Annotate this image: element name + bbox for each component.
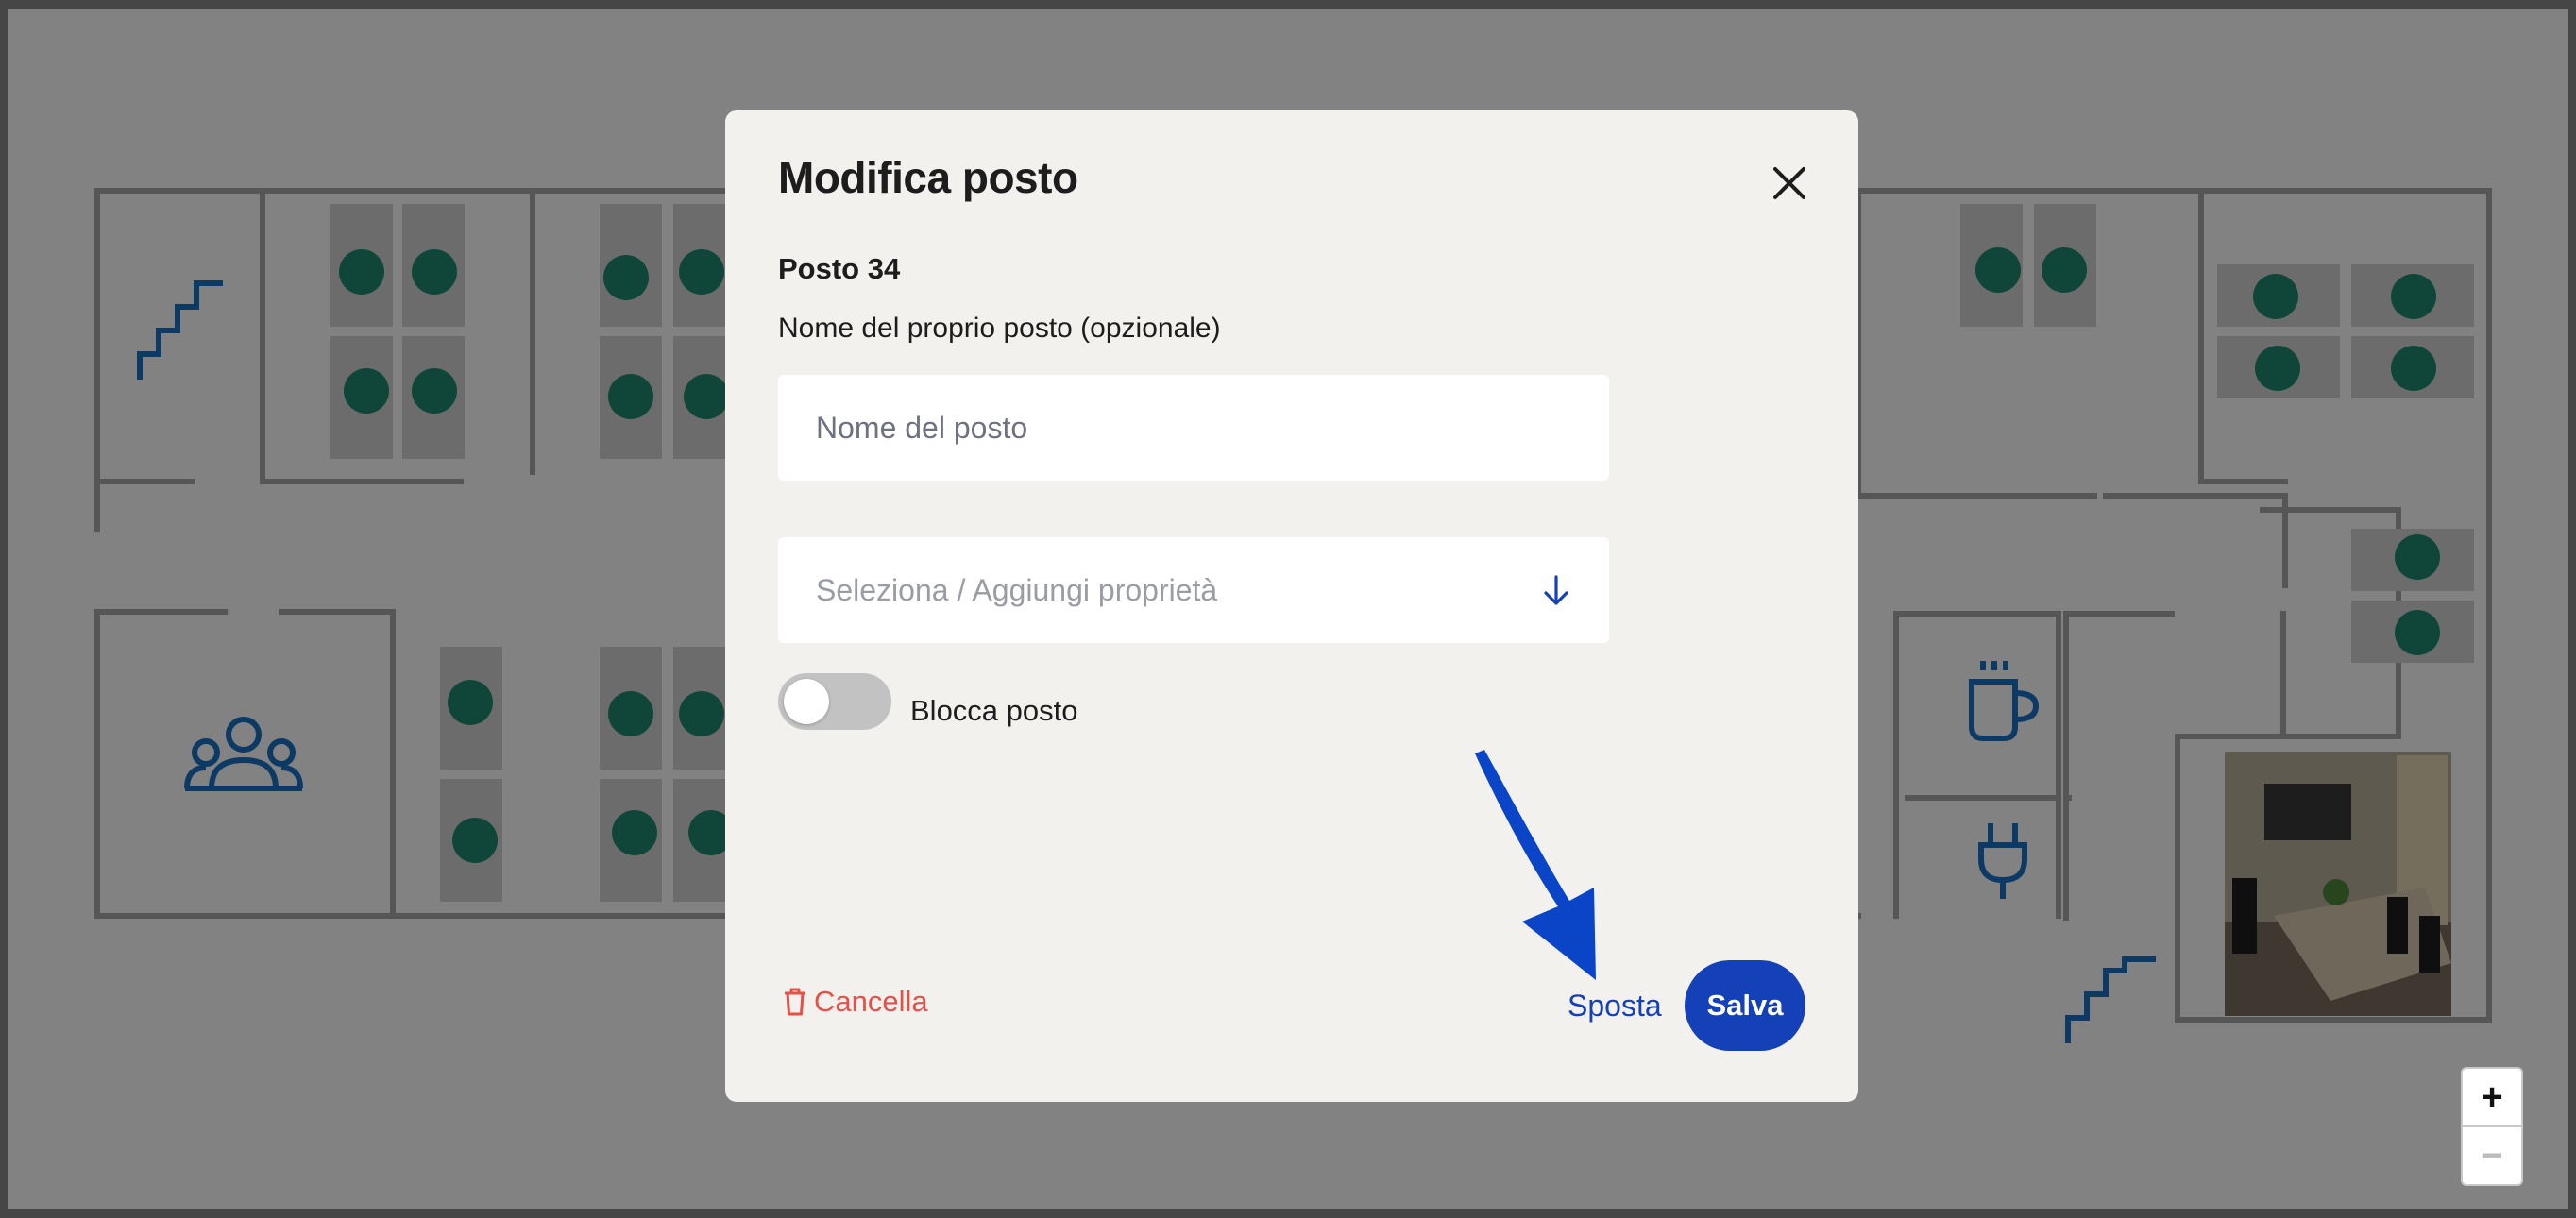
edit-seat-dialog: Modifica posto Posto 34 Nome del proprio… [725, 110, 1858, 1102]
toggle-knob [784, 679, 829, 724]
properties-select-placeholder: Seleziona / Aggiungi proprietà [816, 572, 1218, 607]
close-icon [1773, 167, 1805, 199]
zoom-out-button[interactable]: − [2463, 1125, 2521, 1184]
pointer-arrow-annotation [1475, 750, 1596, 980]
trash-icon [785, 988, 805, 1016]
seat-name-input[interactable] [778, 375, 1609, 481]
seat-map-page: + − Modifica posto Posto 34 Nome del pro… [0, 0, 2576, 1218]
delete-button[interactable]: Cancella [782, 985, 928, 1019]
zoom-in-button[interactable]: + [2463, 1069, 2521, 1125]
properties-select[interactable]: Seleziona / Aggiungi proprietà [778, 537, 1609, 643]
close-button[interactable] [1764, 158, 1815, 209]
dialog-title: Modifica posto [778, 153, 1078, 202]
seat-name-label: Nome del proprio posto (opzionale) [778, 313, 1221, 344]
save-button[interactable]: Salva [1685, 960, 1805, 1051]
arrow-down-icon [1544, 575, 1568, 605]
zoom-control: + − [2461, 1067, 2523, 1186]
lock-seat-toggle[interactable] [778, 673, 891, 730]
delete-label: Cancella [814, 985, 928, 1018]
move-button[interactable]: Sposta [1568, 989, 1662, 1023]
seat-number-label: Posto 34 [778, 252, 901, 285]
lock-seat-label: Blocca posto [910, 694, 1078, 727]
